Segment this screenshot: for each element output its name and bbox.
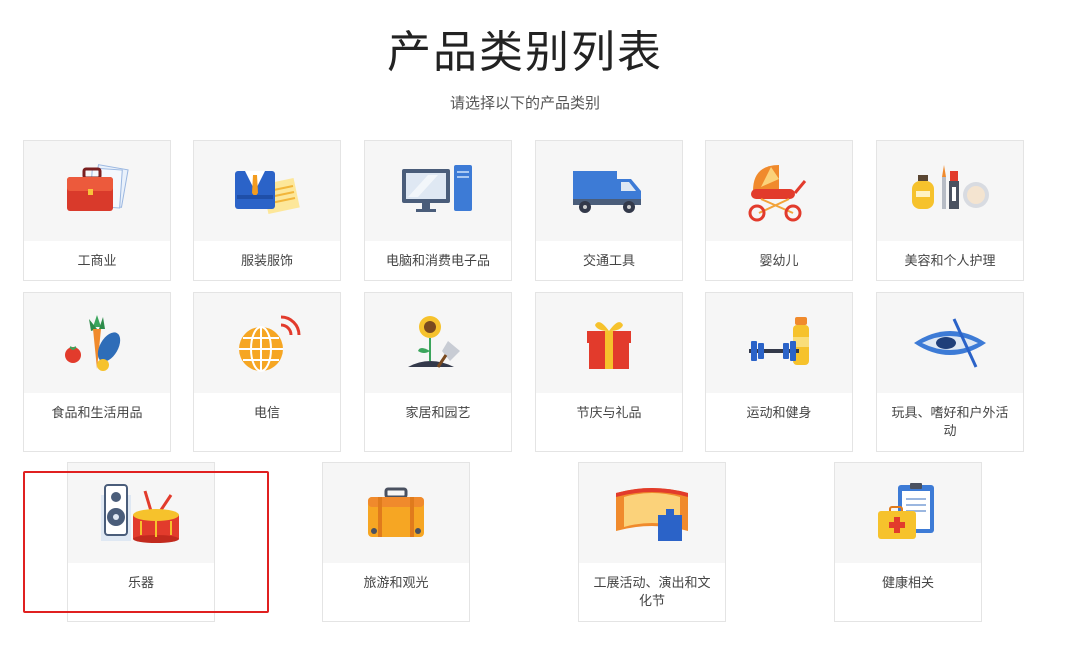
suitcase-icon xyxy=(368,487,424,537)
computer-icon xyxy=(402,165,472,212)
category-card-baby[interactable]: 婴幼儿 xyxy=(705,140,853,281)
card-thumb xyxy=(24,141,170,241)
category-card-electronics[interactable]: 电脑和消费电子品 xyxy=(364,140,512,281)
category-card-telecom[interactable]: 电信 xyxy=(193,292,341,452)
card-thumb xyxy=(536,293,682,393)
category-label: 旅游和观光 xyxy=(363,576,429,591)
category-card-exhibitions[interactable]: 工展活动、演出和文化节 xyxy=(578,462,726,622)
vegetables-icon xyxy=(65,315,121,371)
briefcase-icon xyxy=(67,164,129,211)
category-card-health[interactable]: 健康相关 xyxy=(834,462,982,622)
category-label: 工展活动、演出和文化节 xyxy=(593,576,711,609)
card-thumb xyxy=(536,141,682,241)
suit-icon xyxy=(235,171,300,214)
category-label: 运动和健身 xyxy=(746,406,812,421)
category-label: 家居和园艺 xyxy=(405,406,471,421)
stroller-icon xyxy=(748,165,807,222)
gift-icon xyxy=(587,322,631,369)
kayak-icon xyxy=(914,318,986,368)
drum-speaker-icon xyxy=(101,484,179,543)
category-label: 电信 xyxy=(253,406,280,421)
card-thumb xyxy=(68,463,214,563)
card-thumb xyxy=(877,141,1023,241)
category-label: 节庆与礼品 xyxy=(576,406,642,421)
category-card-beauty[interactable]: 美容和个人护理 xyxy=(876,140,1024,281)
category-card-home-garden[interactable]: 家居和园艺 xyxy=(364,292,512,452)
card-thumb xyxy=(194,293,340,393)
category-label: 婴幼儿 xyxy=(759,254,799,269)
category-label: 食品和生活用品 xyxy=(51,406,143,421)
card-thumb xyxy=(323,463,469,563)
globe-signal-icon xyxy=(239,315,301,372)
category-label: 服装服饰 xyxy=(240,254,293,269)
first-aid-clipboard-icon xyxy=(878,483,934,539)
category-label: 交通工具 xyxy=(582,254,635,269)
category-label: 电脑和消费电子品 xyxy=(385,254,490,269)
category-card-toys-outdoor[interactable]: 玩具、嗜好和户外活动 xyxy=(876,292,1024,452)
category-label: 玩具、嗜好和户外活动 xyxy=(891,406,1009,439)
card-thumb xyxy=(365,293,511,393)
exhibition-booth-icon xyxy=(616,488,688,541)
dumbbell-icon xyxy=(749,317,809,365)
category-label: 乐器 xyxy=(127,576,154,591)
truck-icon xyxy=(573,171,641,213)
sunflower-icon xyxy=(408,316,460,368)
category-card-vehicles[interactable]: 交通工具 xyxy=(535,140,683,281)
cosmetics-icon xyxy=(912,165,989,209)
card-thumb xyxy=(835,463,981,563)
category-card-apparel[interactable]: 服装服饰 xyxy=(193,140,341,281)
category-card-musical-instruments[interactable]: 乐器 xyxy=(67,462,215,622)
category-card-sports[interactable]: 运动和健身 xyxy=(705,292,853,452)
category-label: 工商业 xyxy=(77,254,117,269)
category-card-food[interactable]: 食品和生活用品 xyxy=(23,292,171,452)
card-thumb xyxy=(877,293,1023,393)
category-label: 美容和个人护理 xyxy=(904,254,996,269)
card-thumb xyxy=(706,293,852,393)
category-card-gifts[interactable]: 节庆与礼品 xyxy=(535,292,683,452)
category-label: 健康相关 xyxy=(881,576,934,591)
category-card-industry[interactable]: 工商业 xyxy=(23,140,171,281)
card-thumb xyxy=(579,463,725,563)
card-thumb xyxy=(24,293,170,393)
card-thumb xyxy=(194,141,340,241)
category-card-travel[interactable]: 旅游和观光 xyxy=(322,462,470,622)
card-thumb xyxy=(365,141,511,241)
page-subtitle: 请选择以下的产品类别 xyxy=(449,94,600,112)
card-thumb xyxy=(706,141,852,241)
page-title: 产品类别列表 xyxy=(387,27,663,78)
